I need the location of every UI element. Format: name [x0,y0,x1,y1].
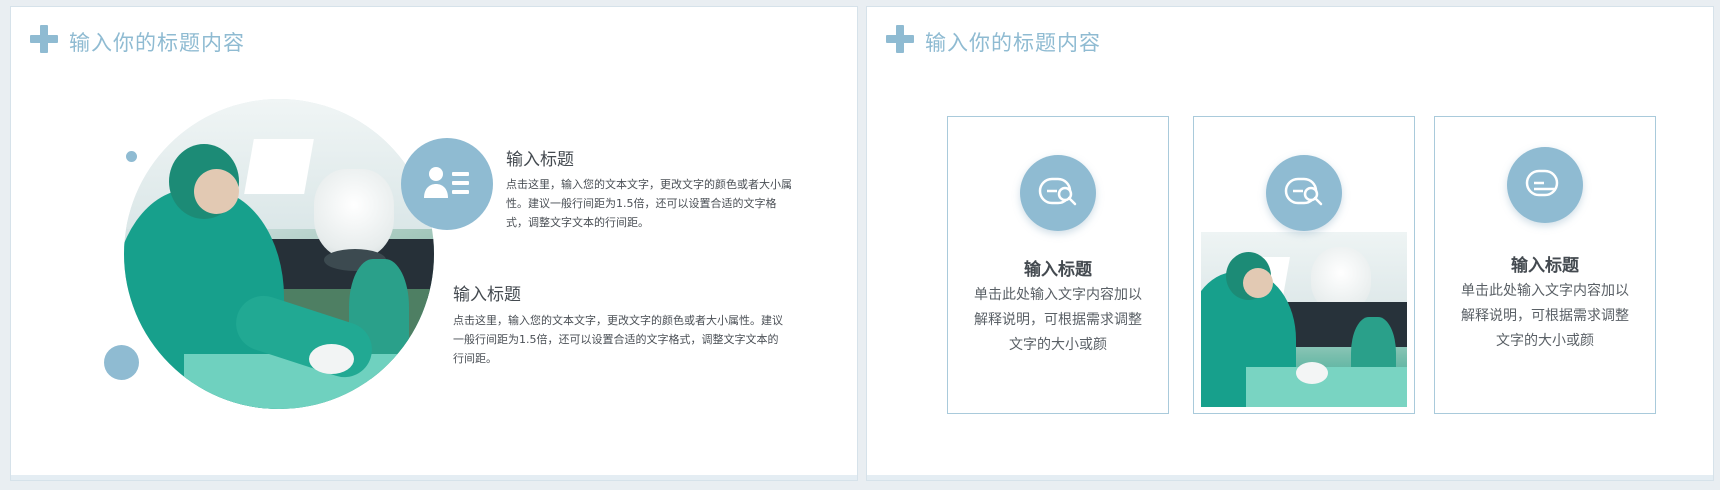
info-card: 输入标题 单击此处输入文字内容加以解释说明，可根据需求调整文字的大小或颜 [947,116,1169,414]
slide-2: 输入你的标题内容 输入标题 单击此处输入文字内容加以解释说明，可根据需求调整文字… [866,6,1714,481]
search-list-icon [1284,177,1323,206]
plus-icon [30,25,58,53]
info-card [1193,116,1415,414]
icon-circle [1507,147,1583,223]
slide-title: 输入你的标题内容 [925,31,1101,55]
icon-circle [1266,155,1342,231]
block-heading: 输入标题 [453,285,521,305]
surgery-photo [1201,232,1407,407]
block-text: 点击这里，输入您的文本文字，更改文字的颜色或者大小属性。建议一般行间距为1.5倍… [453,314,783,365]
card-text: 单击此处输入文字内容加以解释说明，可根据需求调整文字的大小或颜 [1461,283,1629,349]
card-heading: 输入标题 [1024,260,1092,280]
bottom-strip [11,475,857,480]
info-card: 输入标题 单击此处输入文字内容加以解释说明，可根据需求调整文字的大小或颜 [1434,116,1656,414]
slide-title: 输入你的标题内容 [69,31,245,55]
surgery-photo [124,99,434,409]
slide-1: 输入你的标题内容 输入标题 点击这里，输入您的文本文字，更改文字的颜色或者大小属… [10,6,858,481]
plus-icon [886,25,914,53]
block-heading: 输入标题 [506,150,574,170]
card-heading: 输入标题 [1511,256,1579,276]
user-list-icon [424,167,469,198]
icon-circle [401,138,493,230]
icon-circle [1020,155,1096,231]
block-text: 点击这里，输入您的文本文字，更改文字的颜色或者大小属性。建议一般行间距为1.5倍… [506,178,792,229]
search-list-icon [1525,169,1559,197]
card-text: 单击此处输入文字内容加以解释说明，可根据需求调整文字的大小或颜 [974,287,1142,353]
bottom-strip [867,475,1713,480]
search-list-icon [1038,177,1077,206]
